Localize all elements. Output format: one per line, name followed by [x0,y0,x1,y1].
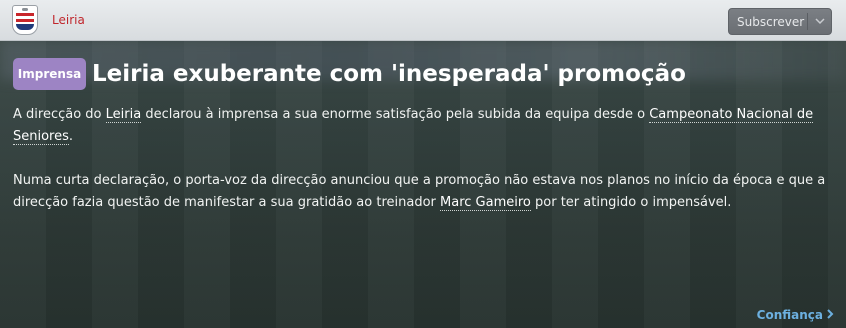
manager-link[interactable]: Marc Gameiro [440,195,531,211]
club-crest-icon[interactable] [12,5,38,35]
category-badge: Imprensa [13,58,86,90]
confidence-link[interactable]: Confiança [757,308,834,322]
paragraph-2: Numa curta declaração, o porta-voz da di… [13,173,826,211]
confidence-label: Confiança [756,308,823,322]
club-link[interactable]: Leiria [52,13,85,27]
subscribe-divider [807,13,808,30]
subscribe-label: Subscrever [737,15,805,29]
article-body: A direcção do Leiria declarou à imprensa… [13,104,831,236]
top-bar: Leiria Subscrever [0,0,846,41]
club-link-inline[interactable]: Leiria [105,107,142,123]
chevron-down-icon[interactable] [814,13,826,29]
chevron-right-icon [827,309,834,319]
subscribe-button[interactable]: Subscrever [728,8,832,35]
paragraph-1: A direcção do Leiria declarou à imprensa… [13,107,814,145]
article-title: Leiria exuberante com 'inesperada' promo… [92,61,686,87]
